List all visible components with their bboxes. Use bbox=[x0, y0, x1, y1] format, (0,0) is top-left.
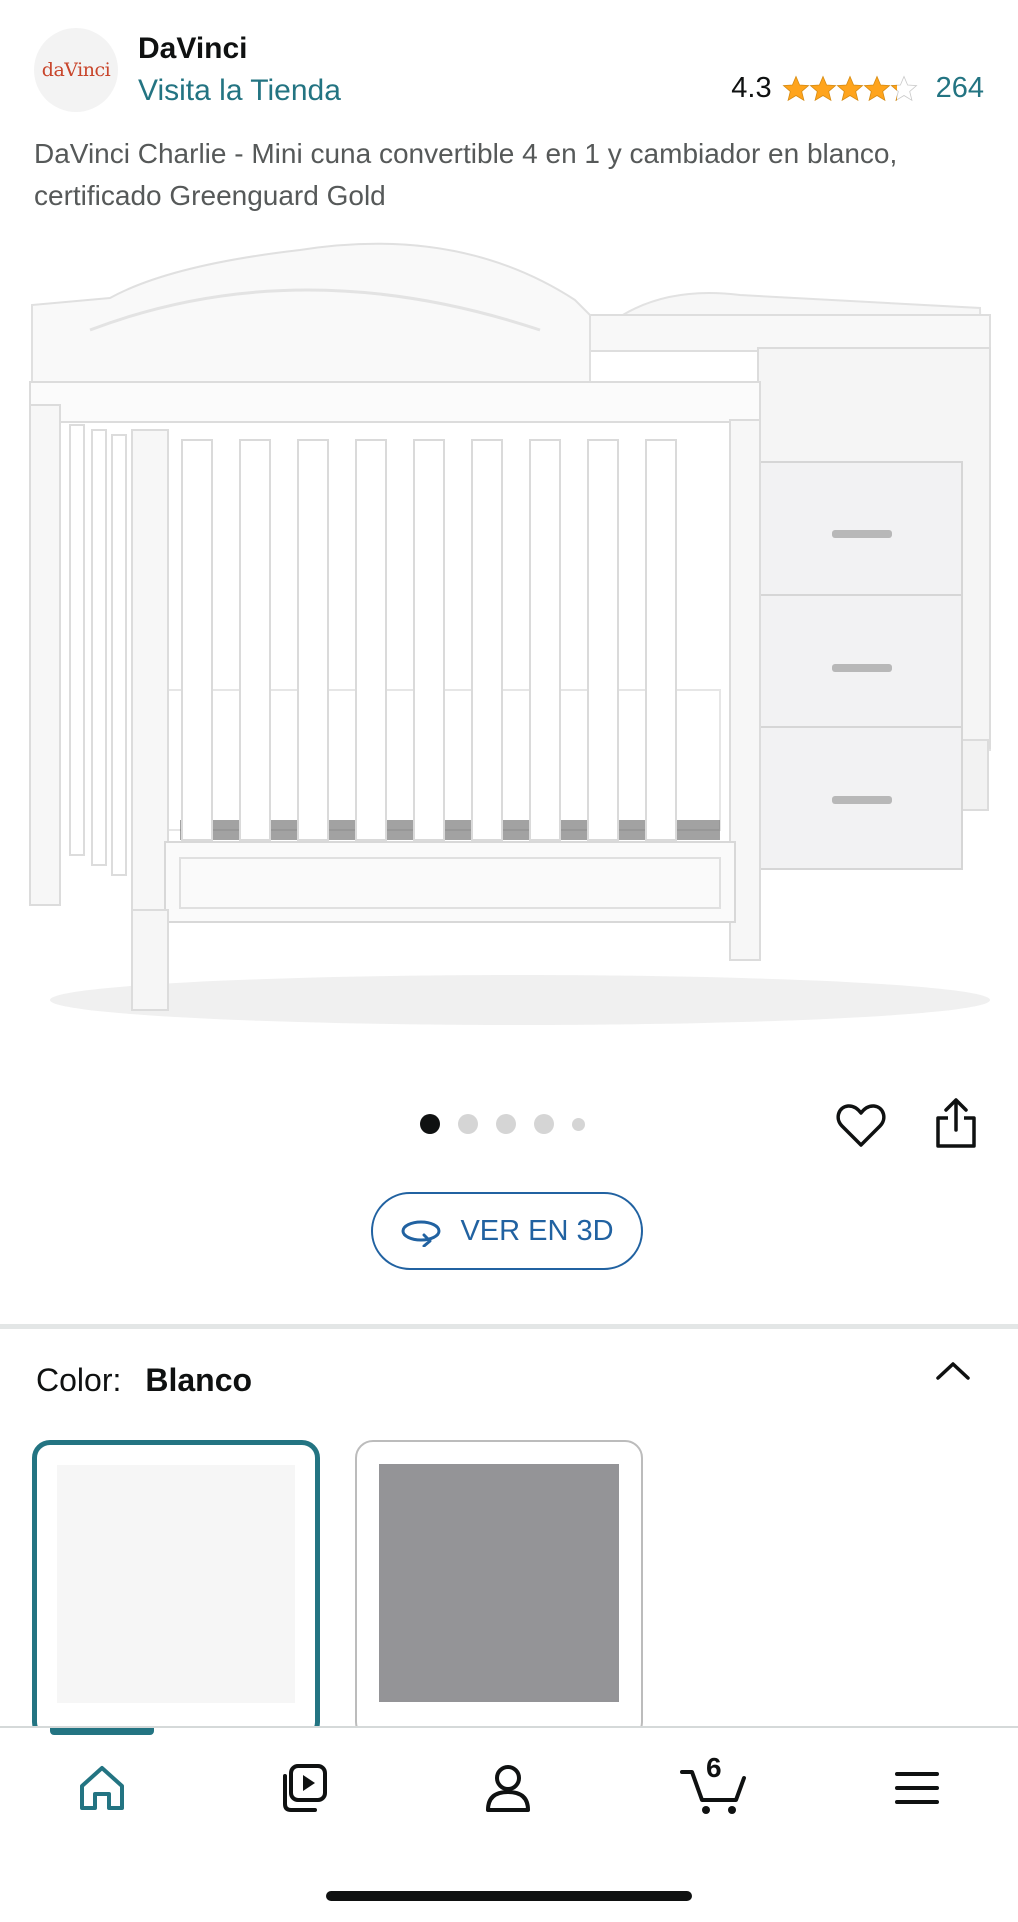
star-rating bbox=[782, 75, 920, 103]
share-button[interactable] bbox=[930, 1096, 982, 1152]
rating-summary[interactable]: 4.3 264 bbox=[731, 72, 984, 105]
carousel-dot-5[interactable] bbox=[572, 1117, 585, 1131]
nav-account[interactable] bbox=[478, 1760, 538, 1816]
nav-video[interactable] bbox=[275, 1760, 335, 1816]
carousel-dot-2[interactable] bbox=[458, 1114, 478, 1134]
nav-home[interactable] bbox=[72, 1760, 132, 1816]
active-tab-indicator bbox=[50, 1728, 154, 1735]
cart-count-badge: 6 bbox=[706, 1752, 722, 1783]
visit-store-link[interactable]: Visita la Tienda bbox=[138, 74, 341, 108]
color-swatch-gray[interactable] bbox=[355, 1440, 643, 1740]
color-label: Color: bbox=[36, 1362, 122, 1398]
brand-name: DaVinci bbox=[138, 32, 248, 65]
section-divider bbox=[0, 1324, 1018, 1329]
stars-icon bbox=[782, 75, 917, 101]
brand-logo[interactable]: daVinci bbox=[34, 28, 118, 112]
rating-value: 4.3 bbox=[731, 72, 772, 104]
carousel-dots[interactable] bbox=[420, 1114, 585, 1134]
account-icon bbox=[486, 1765, 530, 1812]
menu-icon bbox=[895, 1772, 939, 1804]
view-in-3d-label: VER EN 3D bbox=[460, 1214, 614, 1247]
crib-with-changer-image bbox=[29, 242, 992, 1025]
heart-icon bbox=[836, 1104, 886, 1147]
brand-logo-text: daVinci bbox=[41, 59, 111, 81]
color-swatch-white[interactable] bbox=[32, 1440, 320, 1740]
product-title: DaVinci Charlie - Mini cuna convertible … bbox=[34, 138, 898, 211]
swatch-gray-fill bbox=[379, 1464, 619, 1702]
carousel-dot-3[interactable] bbox=[496, 1114, 516, 1134]
color-selector-header[interactable]: Color: Blanco bbox=[36, 1362, 252, 1399]
nav-menu[interactable] bbox=[887, 1760, 947, 1816]
view-in-3d-button[interactable]: VER EN 3D bbox=[371, 1192, 643, 1270]
chevron-up-icon bbox=[936, 1362, 970, 1380]
wishlist-button[interactable] bbox=[834, 1098, 888, 1152]
home-icon bbox=[80, 1766, 124, 1810]
carousel-dot-1[interactable] bbox=[420, 1114, 440, 1134]
share-icon bbox=[936, 1098, 976, 1148]
carousel-dot-4[interactable] bbox=[534, 1114, 554, 1134]
collapse-color-button[interactable] bbox=[932, 1356, 974, 1386]
product-image[interactable] bbox=[0, 230, 1018, 1050]
video-icon bbox=[283, 1764, 327, 1812]
review-count[interactable]: 264 bbox=[936, 72, 984, 105]
swatch-white-fill bbox=[57, 1465, 295, 1703]
home-indicator bbox=[326, 1891, 692, 1901]
rotate-3d-icon bbox=[401, 1220, 441, 1247]
color-selected-value: Blanco bbox=[145, 1362, 253, 1398]
